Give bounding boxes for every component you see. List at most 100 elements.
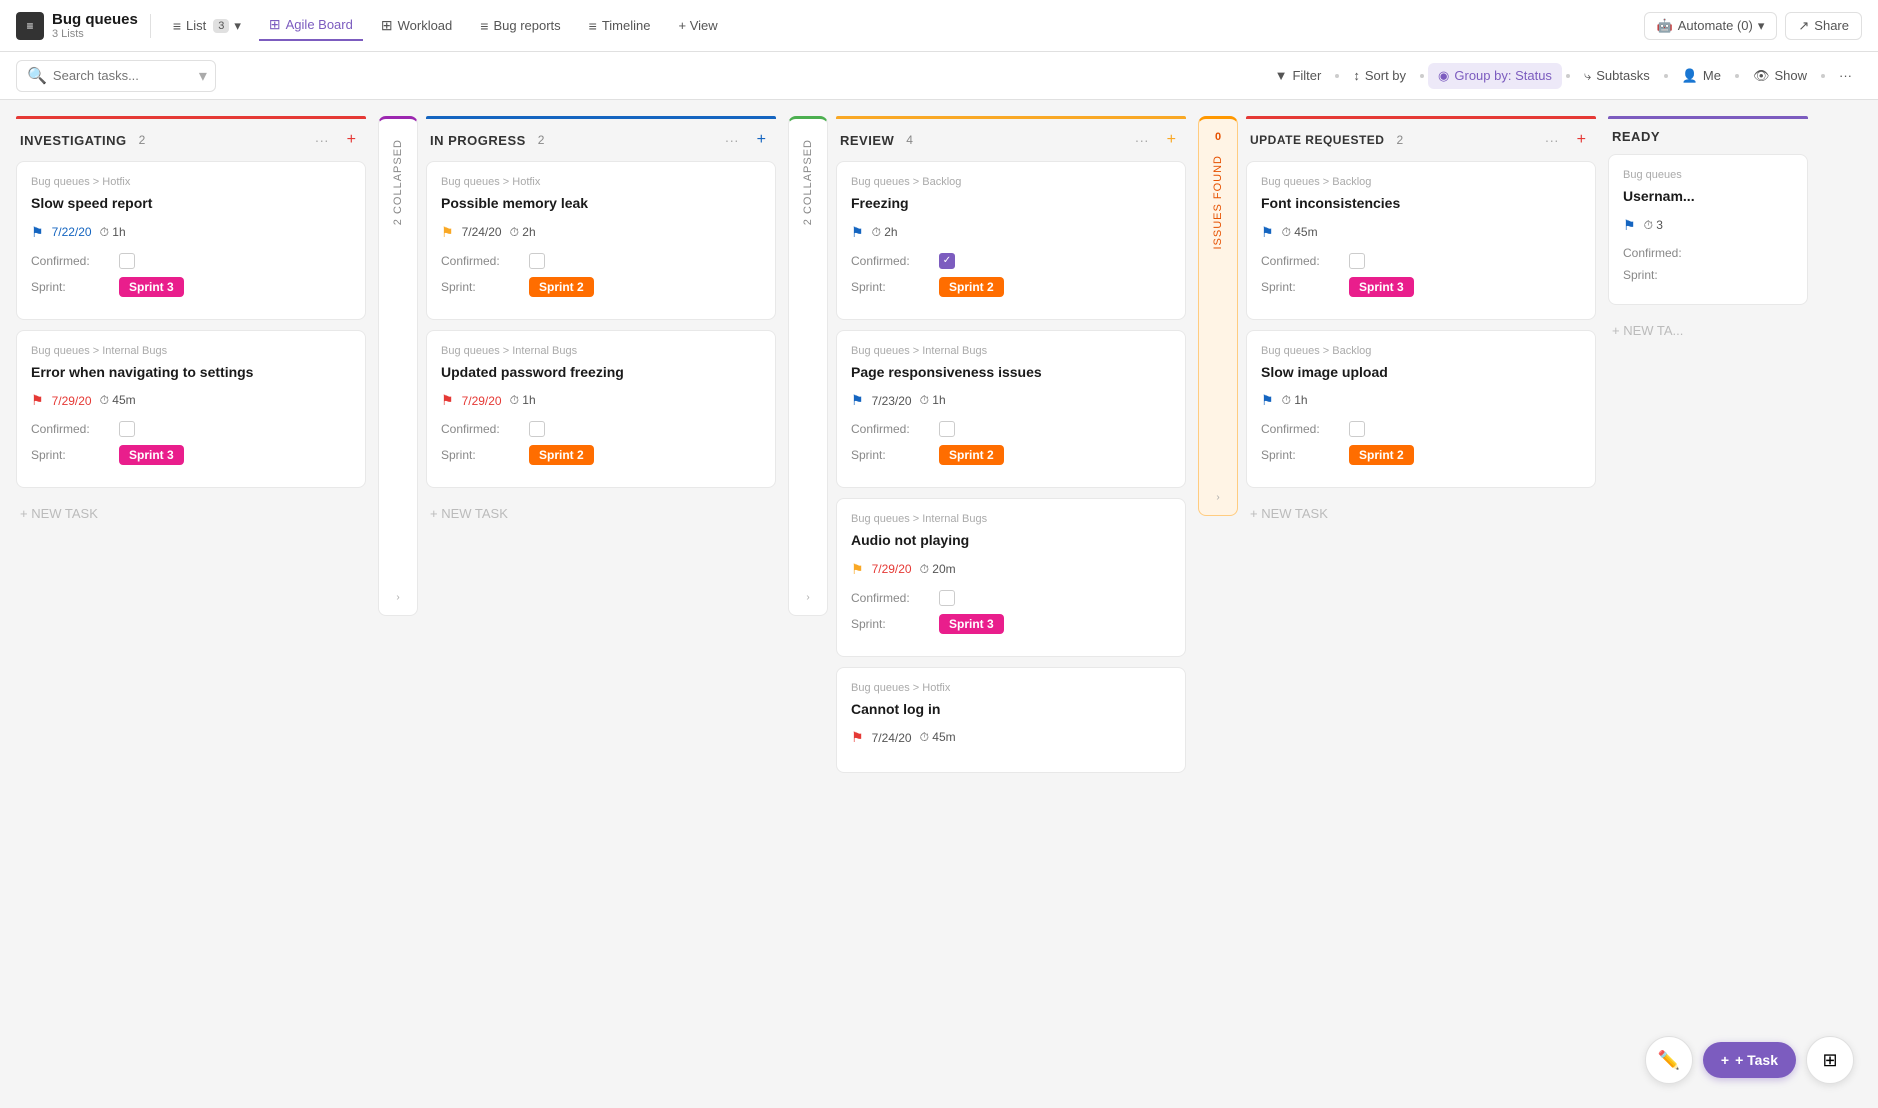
col-menu-update-requested[interactable]: ··· (1541, 130, 1563, 150)
sprint-badge[interactable]: Sprint 3 (119, 445, 184, 465)
card-error-navigating[interactable]: Bug queues > Internal Bugs Error when na… (16, 330, 366, 489)
nav-timeline[interactable]: ≡ Timeline (579, 12, 661, 40)
card-audio-not-playing[interactable]: Bug queues > Internal Bugs Audio not pla… (836, 498, 1186, 657)
confirmed-checkbox[interactable] (1349, 253, 1365, 269)
col-investigating: INVESTIGATING 2 ··· + Bug queues > Hotfi… (16, 116, 366, 529)
add-task-button[interactable]: + + Task (1703, 1042, 1796, 1078)
col-add-in-progress[interactable]: + (751, 129, 772, 151)
filter-button[interactable]: ▼ Filter (1265, 63, 1332, 88)
group-button[interactable]: ◉ Group by: Status (1428, 63, 1562, 89)
card-slow-speed[interactable]: Bug queues > Hotfix Slow speed report ⚑ … (16, 161, 366, 320)
card-field-confirmed: Confirmed: (441, 421, 761, 437)
col-collapsed-2[interactable]: 2 COLLAPSED › (788, 116, 828, 616)
new-task-update-requested[interactable]: + NEW TASK (1246, 498, 1596, 529)
nav-view[interactable]: + View (668, 12, 727, 39)
me-icon: 👤 (1682, 68, 1698, 84)
nav-divider (150, 14, 151, 38)
search-input[interactable] (53, 68, 193, 83)
card-font-inconsistencies[interactable]: Bug queues > Backlog Font inconsistencie… (1246, 161, 1596, 320)
search-box[interactable]: 🔍 ▾ (16, 60, 216, 92)
sprint-badge[interactable]: Sprint 2 (529, 445, 594, 465)
sort-button[interactable]: ↕ Sort by (1343, 63, 1416, 88)
col-menu-investigating[interactable]: ··· (311, 130, 333, 150)
sprint-badge[interactable]: Sprint 2 (939, 277, 1004, 297)
card-username[interactable]: Bug queues Usernam... ⚑ ⏱ 3 Confirmed: S… (1608, 154, 1808, 305)
field-label: Confirmed: (441, 254, 521, 268)
me-button[interactable]: 👤 Me (1672, 63, 1731, 89)
sprint-badge[interactable]: Sprint 2 (939, 445, 1004, 465)
card-breadcrumb: Bug queues > Internal Bugs (851, 345, 1171, 357)
more-button[interactable]: ··· (1829, 63, 1862, 88)
confirmed-checkbox[interactable] (1349, 421, 1365, 437)
confirmed-checkbox[interactable] (529, 421, 545, 437)
search-icon: 🔍 (27, 66, 47, 86)
flag-icon: ⚑ (1261, 392, 1274, 409)
bug-reports-icon: ≡ (480, 18, 488, 34)
col-title-investigating: INVESTIGATING (20, 133, 127, 148)
sprint-badge[interactable]: Sprint 3 (119, 277, 184, 297)
collapsed-text-2: 2 COLLAPSED (802, 139, 814, 225)
sprint-label: Sprint: (1623, 268, 1703, 282)
card-field-sprint: Sprint: Sprint 3 (31, 445, 351, 465)
card-memory-leak[interactable]: Bug queues > Hotfix Possible memory leak… (426, 161, 776, 320)
card-field-sprint: Sprint: Sprint 3 (851, 614, 1171, 634)
confirmed-checkbox[interactable] (939, 421, 955, 437)
nav-agile-board[interactable]: ⊞ Agile Board (259, 10, 363, 41)
col-menu-in-progress[interactable]: ··· (721, 130, 743, 150)
card-field-sprint: Sprint: Sprint 3 (1261, 277, 1581, 297)
card-slow-image-upload[interactable]: Bug queues > Backlog Slow image upload ⚑… (1246, 330, 1596, 489)
share-button[interactable]: ↗ Share (1785, 12, 1862, 40)
sprint-label: Sprint: (441, 280, 521, 294)
task-label: + Task (1735, 1052, 1778, 1068)
card-field-sprint: Sprint: Sprint 2 (851, 445, 1171, 465)
sprint-badge[interactable]: Sprint 3 (1349, 277, 1414, 297)
sort-icon: ↕ (1353, 68, 1360, 83)
col-add-review[interactable]: + (1161, 129, 1182, 151)
card-cannot-log-in[interactable]: Bug queues > Hotfix Cannot log in ⚑ 7/24… (836, 667, 1186, 774)
field-label: Confirmed: (31, 422, 111, 436)
card-freezing[interactable]: Bug queues > Backlog Freezing ⚑ ⏱ 2h Con… (836, 161, 1186, 320)
card-page-responsiveness[interactable]: Bug queues > Internal Bugs Page responsi… (836, 330, 1186, 489)
col-add-investigating[interactable]: + (341, 129, 362, 151)
sprint-label: Sprint: (31, 280, 111, 294)
col-collapsed-1[interactable]: 2 COLLAPSED › (378, 116, 418, 616)
confirmed-checkbox[interactable]: ✓ (939, 253, 955, 269)
sort-label: Sort by (1365, 68, 1406, 83)
confirmed-checkbox[interactable] (119, 253, 135, 269)
card-timer: ⏱ 45m (920, 730, 956, 745)
sprint-badge[interactable]: Sprint 2 (529, 277, 594, 297)
more-label: ··· (1839, 68, 1852, 83)
nav-workload[interactable]: ⊞ Workload (371, 11, 462, 40)
automate-button[interactable]: 🤖 Automate (0) ▾ (1644, 12, 1778, 40)
col-collapsed-issues[interactable]: 0 ISSUES FOUND › (1198, 116, 1238, 516)
show-label: Show (1774, 68, 1807, 83)
sprint-badge[interactable]: Sprint 2 (1349, 445, 1414, 465)
subtasks-button[interactable]: ⤷ Subtasks (1574, 63, 1660, 89)
confirmed-checkbox[interactable] (529, 253, 545, 269)
card-title: Possible memory leak (441, 194, 761, 214)
dot4 (1664, 74, 1668, 78)
edit-float-button[interactable]: ✏️ (1645, 1036, 1693, 1084)
col-menu-review[interactable]: ··· (1131, 130, 1153, 150)
confirmed-checkbox[interactable] (119, 421, 135, 437)
col-add-update-requested[interactable]: + (1571, 129, 1592, 151)
card-field-confirmed: Confirmed: (31, 421, 351, 437)
card-field-sprint: Sprint: Sprint 2 (441, 277, 761, 297)
card-timer: ⏱ 1h (920, 393, 946, 408)
nav-bug-reports[interactable]: ≡ Bug reports (470, 12, 570, 40)
new-task-ready[interactable]: + NEW TA... (1608, 315, 1808, 346)
card-meta: ⚑ 7/29/20 ⏱ 1h (441, 392, 761, 409)
sprint-badge[interactable]: Sprint 3 (939, 614, 1004, 634)
confirmed-checkbox[interactable] (939, 590, 955, 606)
dot3 (1566, 74, 1570, 78)
card-timer: ⏱ 45m (100, 393, 136, 408)
grid-float-button[interactable]: ⊞ (1806, 1036, 1854, 1084)
card-breadcrumb: Bug queues (1623, 169, 1793, 181)
new-task-investigating[interactable]: + NEW TASK (16, 498, 366, 529)
nav-list[interactable]: ≡ List 3 ▾ (163, 12, 251, 40)
new-task-in-progress[interactable]: + NEW TASK (426, 498, 776, 529)
show-button[interactable]: 👁 Show (1743, 63, 1817, 89)
flag-icon: ⚑ (441, 224, 454, 241)
group-icon: ◉ (1438, 68, 1449, 84)
card-password-freezing[interactable]: Bug queues > Internal Bugs Updated passw… (426, 330, 776, 489)
